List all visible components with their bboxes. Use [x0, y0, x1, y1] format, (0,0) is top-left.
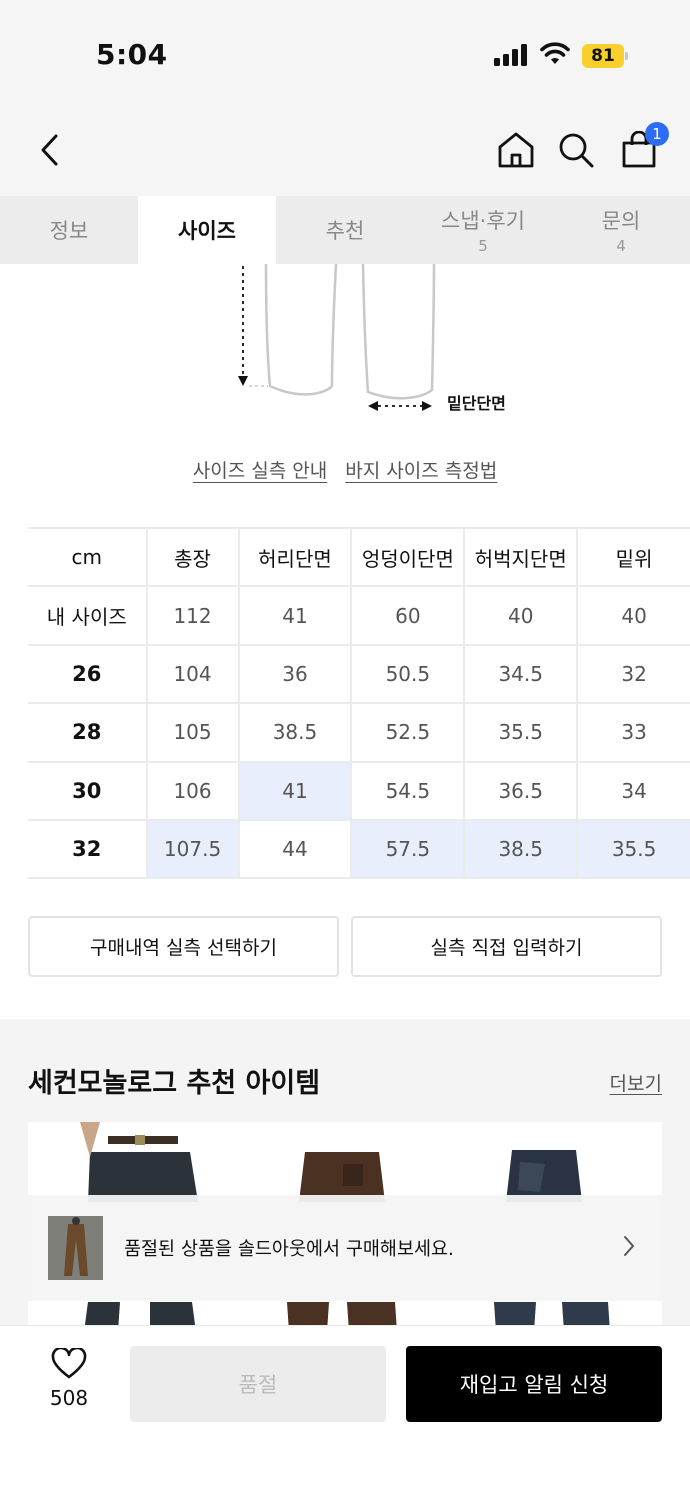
battery-icon: 81 — [582, 44, 628, 68]
soldout-banner-text: 품절된 상품을 솔드아웃에서 구매해보세요. — [124, 1239, 454, 1260]
table-header-row: cm 총장 허리단면 엉덩이단면 허벅지단면 밑위 — [28, 526, 690, 588]
table-cell: 104 — [146, 644, 240, 705]
like-button[interactable]: 508 — [40, 1346, 98, 1410]
table-cell-highlighted: 57.5 — [351, 819, 466, 880]
status-time: 5:04 — [96, 38, 168, 71]
table-cell: 106 — [146, 761, 240, 821]
table-cell: 33 — [577, 703, 690, 763]
size-diagram: 밑단단면 — [0, 263, 690, 424]
tab-snap-review[interactable]: 스냅·후기 5 — [414, 196, 552, 264]
column-header: 밑위 — [577, 526, 690, 588]
pants-measure-link[interactable]: 바지 사이즈 측정법 — [345, 460, 497, 482]
column-header: cm — [28, 526, 148, 588]
column-header: 허벅지단면 — [464, 526, 579, 588]
battery-level: 81 — [582, 44, 624, 68]
search-icon — [559, 133, 594, 168]
row-label: 내 사이즈 — [28, 586, 148, 646]
top-nav: 1 — [0, 100, 690, 196]
home-icon — [498, 132, 534, 168]
column-header: 총장 — [146, 526, 240, 588]
product-tabs: 정보 사이즈 추천 스냅·후기 5 문의 4 — [0, 196, 690, 264]
heart-icon — [51, 1346, 87, 1379]
table-cell: 52.5 — [351, 703, 466, 763]
table-row: 32 107.5 44 57.5 38.5 35.5 — [28, 819, 690, 880]
tab-info[interactable]: 정보 — [0, 196, 138, 264]
table-cell: 32 — [577, 644, 690, 705]
tab-label: 스냅·후기 — [441, 209, 525, 233]
cellular-signal-icon — [494, 44, 530, 66]
column-header: 엉덩이단면 — [351, 526, 466, 588]
tab-label: 정보 — [49, 219, 89, 243]
tab-count: 4 — [616, 237, 626, 255]
table-cell: 34.5 — [464, 644, 579, 705]
chevron-left-icon — [41, 134, 58, 166]
table-row-my-size: 내 사이즈 112 41 60 40 40 — [28, 586, 690, 646]
row-label: 32 — [28, 819, 148, 880]
restock-alert-button[interactable]: 재입고 알림 신청 — [406, 1346, 662, 1422]
select-purchase-size-button[interactable]: 구매내역 실측 선택하기 — [28, 916, 339, 977]
table-cell: 54.5 — [351, 761, 466, 821]
tab-inquiry[interactable]: 문의 4 — [552, 196, 690, 264]
row-label: 30 — [28, 761, 148, 821]
chevron-right-icon — [624, 1236, 634, 1256]
table-cell: 40 — [464, 586, 579, 646]
bottom-action-bar: 508 품절 재입고 알림 신청 — [0, 1325, 690, 1500]
tab-size[interactable]: 사이즈 — [138, 196, 276, 264]
more-link[interactable]: 더보기 — [610, 1069, 662, 1096]
wifi-icon — [540, 42, 570, 64]
table-row: 30 106 41 54.5 36.5 34 — [28, 761, 690, 821]
back-button[interactable] — [28, 128, 72, 172]
table-cell: 38.5 — [238, 703, 353, 763]
size-guide-links: 사이즈 실측 안내 바지 사이즈 측정법 — [0, 456, 690, 483]
table-cell: 44 — [238, 819, 353, 880]
soldout-product-thumbnail — [48, 1216, 103, 1280]
soldout-button: 품절 — [130, 1346, 386, 1422]
table-row: 28 105 38.5 52.5 35.5 33 — [28, 703, 690, 763]
cart-button[interactable]: 1 — [617, 122, 669, 172]
table-cell-highlighted: 35.5 — [577, 819, 690, 880]
table-cell-highlighted: 41 — [238, 761, 353, 821]
table-cell: 50.5 — [351, 644, 466, 705]
table-cell: 60 — [351, 586, 466, 646]
tab-recommend[interactable]: 추천 — [276, 196, 414, 264]
pants-outline-illustration — [238, 263, 436, 411]
like-count: 508 — [49, 1386, 89, 1410]
table-cell: 105 — [146, 703, 240, 763]
search-button[interactable] — [554, 128, 598, 172]
cart-count-badge: 1 — [645, 122, 669, 146]
table-cell: 40 — [577, 586, 690, 646]
home-button[interactable] — [494, 128, 538, 172]
table-cell: 112 — [146, 586, 240, 646]
size-table: cm 총장 허리단면 엉덩이단면 허벅지단면 밑위 내 사이즈 112 41 6… — [28, 526, 690, 880]
column-header: 허리단면 — [238, 526, 353, 588]
table-row: 26 104 36 50.5 34.5 32 — [28, 644, 690, 705]
hem-width-label: 밑단단면 — [447, 394, 506, 413]
table-cell: 34 — [577, 761, 690, 821]
tab-label: 문의 — [601, 209, 641, 233]
table-cell-highlighted: 38.5 — [464, 819, 579, 880]
recommend-title: 세컨모놀로그 추천 아이템 — [28, 1068, 321, 1099]
actual-size-guide-link[interactable]: 사이즈 실측 안내 — [193, 460, 327, 482]
soldout-banner[interactable]: 품절된 상품을 솔드아웃에서 구매해보세요. — [28, 1195, 662, 1301]
table-cell-highlighted: 107.5 — [146, 819, 240, 880]
status-bar: 5:04 81 — [0, 0, 690, 100]
table-cell: 36 — [238, 644, 353, 705]
tab-label: 추천 — [325, 219, 365, 243]
table-cell: 35.5 — [464, 703, 579, 763]
direct-input-size-button[interactable]: 실측 직접 입력하기 — [351, 916, 662, 977]
row-label: 26 — [28, 644, 148, 705]
row-label: 28 — [28, 703, 148, 763]
tab-label: 사이즈 — [178, 219, 236, 243]
tab-count: 5 — [478, 237, 488, 255]
table-cell: 41 — [238, 586, 353, 646]
table-cell: 36.5 — [464, 761, 579, 821]
